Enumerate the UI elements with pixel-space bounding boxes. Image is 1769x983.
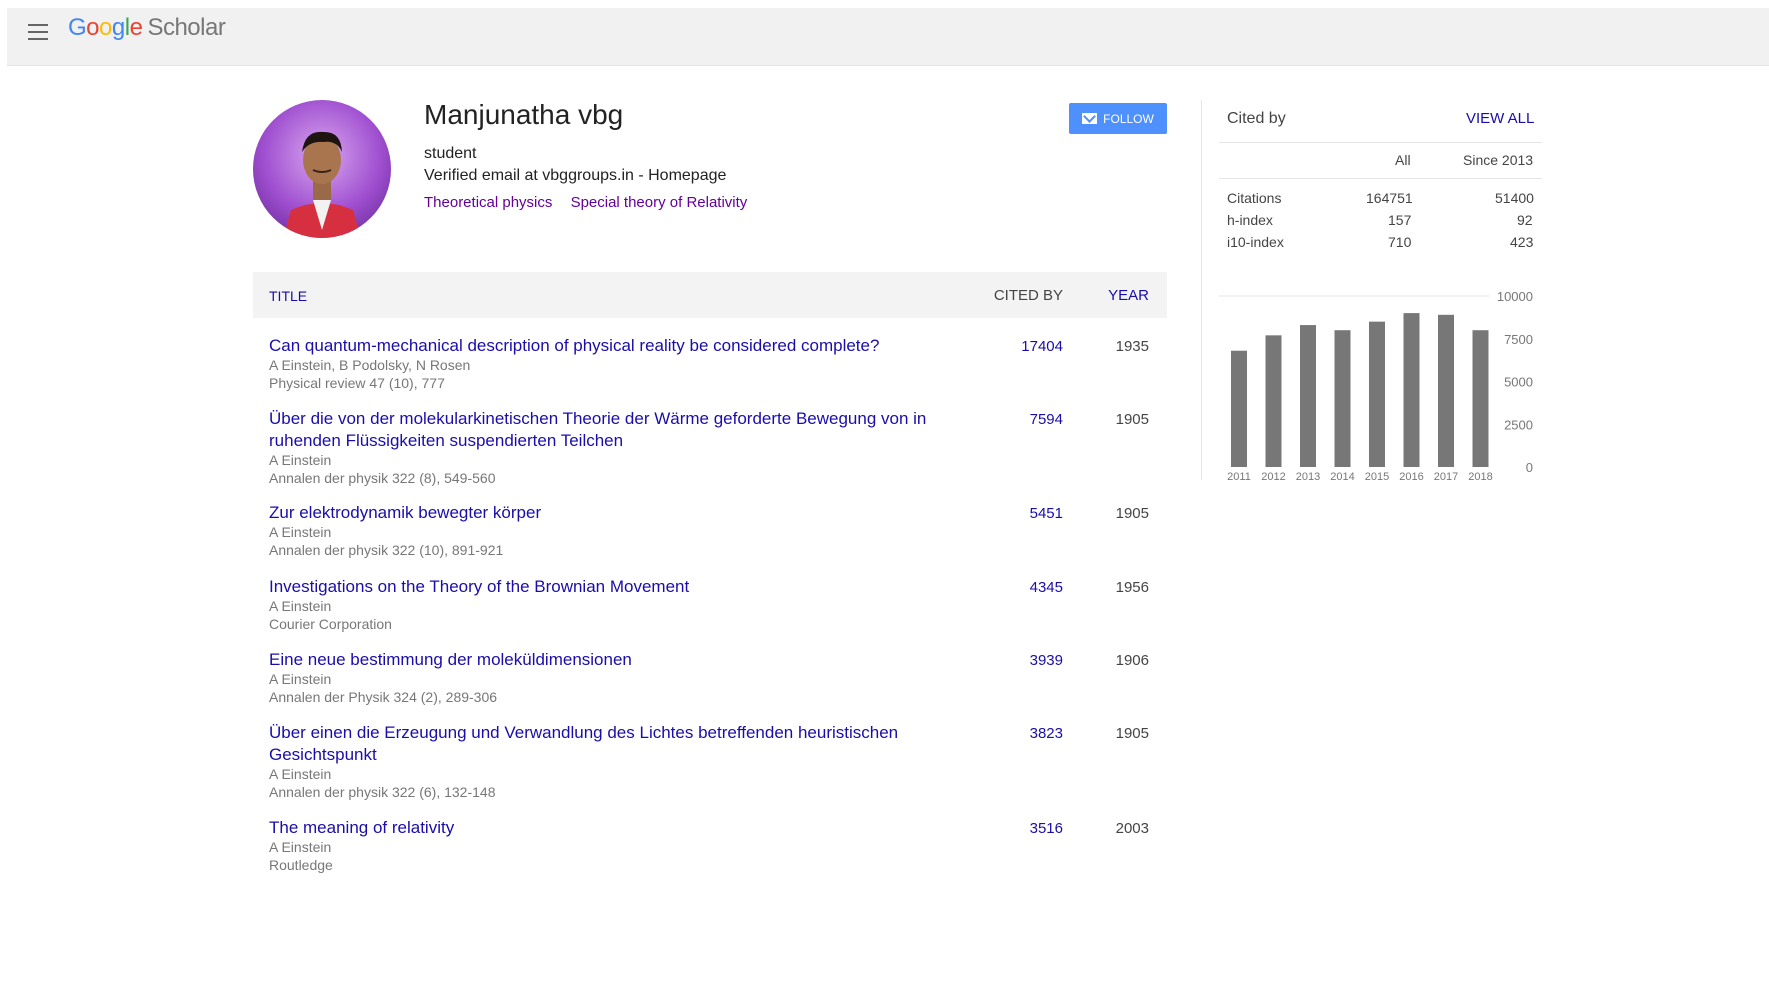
cited-by-count-link[interactable]: 17404 [1021, 338, 1063, 355]
article-year: 1935 [1115, 338, 1149, 355]
stat-all-value: 710 [1388, 234, 1412, 250]
x-tick-label: 2012 [1261, 471, 1285, 483]
follow-button[interactable]: FOLLOW [1069, 103, 1167, 134]
stat-since-value: 92 [1517, 212, 1533, 228]
divider [1219, 142, 1542, 143]
article-year: 1906 [1115, 652, 1149, 669]
chart-bar-2014[interactable] [1334, 330, 1351, 467]
profile-name: Manjunatha vbg [424, 99, 624, 130]
stats-col-since-header: Since 2013 [1463, 152, 1534, 168]
chart-bar-2013[interactable] [1300, 325, 1316, 467]
stat-since-value: 51400 [1495, 190, 1534, 206]
x-tick-label: 2015 [1365, 471, 1389, 483]
article-authors: A Einstein [269, 524, 332, 540]
x-tick-label: 2017 [1434, 471, 1458, 483]
column-title-header[interactable]: TITLE [269, 288, 307, 304]
google-scholar-logo[interactable]: Google Scholar [68, 14, 226, 42]
y-tick-label: 0 [1526, 460, 1533, 475]
interest-link[interactable]: Theoretical physics [424, 194, 552, 211]
chart-bar-2015[interactable] [1369, 321, 1385, 467]
chart-bar-2018[interactable] [1472, 330, 1489, 467]
article-year: 1956 [1115, 579, 1149, 596]
profile-avatar [253, 100, 391, 238]
x-tick-label: 2013 [1296, 471, 1320, 483]
profile-affiliation: student [424, 145, 477, 162]
divider [1219, 178, 1542, 179]
article-year: 1905 [1115, 411, 1149, 428]
column-year-header[interactable]: YEAR [1108, 287, 1149, 304]
cited-by-count-link[interactable]: 7594 [1030, 411, 1063, 428]
article-title-link[interactable]: The meaning of relativity [269, 817, 929, 839]
article-authors: A Einstein [269, 598, 332, 614]
article-authors: A Einstein [269, 766, 332, 782]
article-title-link[interactable]: Über die von der molekularkinetischen Th… [269, 408, 929, 452]
stat-label: i10-index [1227, 234, 1284, 250]
cited-by-count-link[interactable]: 3516 [1030, 820, 1063, 837]
article-title-link[interactable]: Über einen die Erzeugung und Verwandlung… [269, 722, 929, 766]
x-tick-label: 2018 [1468, 471, 1492, 483]
article-title-link[interactable]: Eine neue bestimmung der moleküldimensio… [269, 649, 929, 671]
y-tick-label: 10000 [1497, 289, 1533, 304]
y-tick-label: 7500 [1504, 332, 1533, 347]
article-authors: A Einstein, B Podolsky, N Rosen [269, 357, 471, 373]
stats-col-all-header: All [1395, 152, 1411, 168]
x-tick-label: 2011 [1227, 471, 1251, 483]
article-authors: A Einstein [269, 452, 332, 468]
x-tick-label: 2016 [1399, 471, 1423, 483]
stat-since-value: 423 [1510, 234, 1534, 250]
article-authors: A Einstein [269, 671, 332, 687]
citations-per-year-chart: 10000 7500 5000 2500 0 2011 2012 2013 2014 2015 20… [1219, 289, 1533, 483]
article-venue: Annalen der Physik 324 (2), 289-306 [269, 689, 498, 705]
article-authors: A Einstein [269, 839, 332, 855]
article-year: 1905 [1115, 725, 1149, 742]
y-tick-label: 2500 [1504, 417, 1533, 432]
view-all-link[interactable]: VIEW ALL [1466, 110, 1534, 127]
stat-all-value: 157 [1388, 212, 1412, 228]
cited-by-count-link[interactable]: 3939 [1030, 652, 1063, 669]
x-tick-label: 2014 [1330, 471, 1354, 483]
research-interests: Theoretical physics Special theory of Re… [424, 194, 761, 211]
y-tick-label: 5000 [1504, 375, 1533, 390]
article-title-link[interactable]: Zur elektrodynamik bewegter körper [269, 502, 929, 524]
articles-table-header: TITLE CITED BY YEAR [253, 272, 1167, 318]
article-venue: Routledge [269, 857, 333, 873]
chart-bar-2011[interactable] [1231, 350, 1247, 467]
stat-label: h-index [1227, 212, 1273, 228]
cited-by-count-link[interactable]: 3823 [1030, 725, 1063, 742]
column-cited-by-header[interactable]: CITED BY [994, 287, 1063, 304]
article-year: 1905 [1115, 505, 1149, 522]
interest-link[interactable]: Special theory of Relativity [571, 194, 748, 211]
cited-by-title: Cited by [1227, 110, 1286, 127]
hamburger-menu-icon[interactable] [28, 24, 48, 40]
top-bar: Google Scholar [7, 8, 1769, 66]
chart-bar-2016[interactable] [1403, 313, 1420, 467]
chart-bar-2012[interactable] [1265, 335, 1282, 467]
cited-by-count-link[interactable]: 5451 [1030, 505, 1063, 522]
article-venue: Annalen der physik 322 (10), 891-921 [269, 542, 504, 558]
sidebar-divider [1201, 100, 1202, 480]
article-venue: Physical review 47 (10), 777 [269, 375, 445, 391]
mail-icon [1082, 113, 1098, 124]
article-venue: Annalen der physik 322 (6), 132-148 [269, 784, 496, 800]
article-title-link[interactable]: Investigations on the Theory of the Brow… [269, 576, 929, 598]
stat-label: Citations [1227, 190, 1282, 206]
article-venue: Annalen der physik 322 (8), 549-560 [269, 470, 496, 486]
article-title-link[interactable]: Can quantum-mechanical description of ph… [269, 335, 929, 357]
chart-bar-2017[interactable] [1438, 314, 1454, 467]
article-year: 2003 [1115, 820, 1149, 837]
avatar-photo-icon [253, 100, 391, 238]
profile-email-line: Verified email at vbggroups.in - Homepag… [424, 167, 727, 184]
stat-all-value: 164751 [1366, 190, 1413, 206]
cited-by-count-link[interactable]: 4345 [1030, 579, 1063, 596]
article-venue: Courier Corporation [269, 616, 392, 632]
